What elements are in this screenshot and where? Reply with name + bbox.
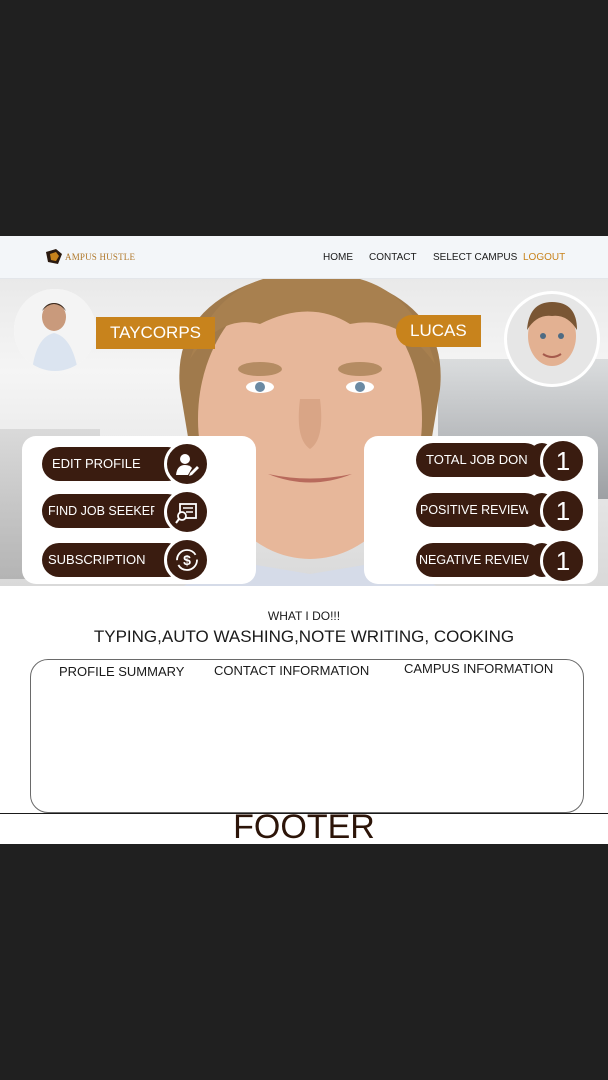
stat-positive-reviews-value: 1 bbox=[555, 495, 571, 526]
info-box: PROFILE SUMMARY CONTACT INFORMATION CAMP… bbox=[30, 659, 584, 813]
navbar: AMPUS HUSTLE HOME CONTACT SELECT CAMPUS … bbox=[0, 236, 608, 279]
avatar-lucas[interactable] bbox=[504, 291, 600, 387]
brand-logo[interactable]: AMPUS HUSTLE bbox=[44, 247, 135, 267]
stat-positive-reviews-label: POSITIVE REVIEWS bbox=[420, 503, 539, 517]
find-job-seekers-button[interactable]: FIND JOB SEEKERS bbox=[42, 494, 182, 528]
stat-negative-reviews-label: NEGATIVE REVIEWS bbox=[419, 553, 543, 567]
edit-profile-button[interactable]: EDIT PROFILE bbox=[42, 447, 182, 481]
nav-select-campus[interactable]: SELECT CAMPUS bbox=[433, 252, 517, 263]
logo-mark-icon bbox=[44, 248, 64, 266]
avatar-lucas-image bbox=[507, 294, 597, 384]
stat-negative-reviews-badge: 1 bbox=[540, 538, 586, 584]
page: AMPUS HUSTLE HOME CONTACT SELECT CAMPUS … bbox=[0, 236, 608, 844]
footer: FOOTER bbox=[0, 808, 608, 844]
stat-total-job-done: TOTAL JOB DONE bbox=[416, 443, 556, 477]
footer-text: FOOTER bbox=[233, 808, 375, 844]
skills-text: TYPING,AUTO WASHING,NOTE WRITING, COOKIN… bbox=[93, 627, 515, 646]
dollar-refresh-icon[interactable]: $ bbox=[164, 537, 210, 583]
stat-total-job-done-value: 1 bbox=[555, 445, 571, 476]
stat-total-job-done-label: TOTAL JOB DONE bbox=[426, 452, 537, 467]
tab-profile-summary[interactable]: PROFILE SUMMARY bbox=[59, 664, 184, 679]
tab-contact-information[interactable]: CONTACT INFORMATION bbox=[214, 663, 369, 678]
nav-contact[interactable]: CONTACT bbox=[369, 252, 417, 263]
avatar-taycorps-image bbox=[14, 289, 96, 371]
hero-banner: TAYCORPS LUCAS EDIT PROFILE FIND JOB SEE… bbox=[0, 279, 608, 586]
edit-profile-label: EDIT PROFILE bbox=[52, 456, 141, 471]
svg-text:$: $ bbox=[183, 552, 191, 568]
find-job-seekers-label: FIND JOB SEEKERS bbox=[48, 504, 168, 518]
user-edit-icon[interactable] bbox=[164, 441, 210, 487]
stat-positive-reviews-badge: 1 bbox=[540, 488, 586, 534]
nav-logout[interactable]: LOGOUT bbox=[523, 252, 565, 263]
what-i-do-title: WHAT I DO!!! bbox=[267, 609, 341, 623]
tab-campus-information[interactable]: CAMPUS INFORMATION bbox=[404, 661, 553, 676]
nav-home[interactable]: HOME bbox=[323, 252, 353, 263]
profile-name-lucas: LUCAS bbox=[396, 315, 481, 347]
avatar-taycorps[interactable] bbox=[14, 289, 96, 371]
search-document-icon[interactable] bbox=[164, 489, 210, 535]
left-action-panel: EDIT PROFILE FIND JOB SEEKERS SUBSCRIPTI… bbox=[22, 436, 256, 584]
stats-panel: TOTAL JOB DONE 1 POSITIVE REVIEWS 1 NEGA… bbox=[364, 436, 598, 584]
profile-name-taycorps: TAYCORPS bbox=[96, 317, 215, 349]
logo-text: AMPUS HUSTLE bbox=[65, 252, 136, 262]
stat-negative-reviews: NEGATIVE REVIEWS bbox=[416, 543, 556, 577]
subscription-button[interactable]: SUBSCRIPTION bbox=[42, 543, 182, 577]
stat-positive-reviews: POSITIVE REVIEWS bbox=[416, 493, 556, 527]
stat-total-job-done-badge: 1 bbox=[540, 438, 586, 484]
subscription-label: SUBSCRIPTION bbox=[48, 552, 146, 567]
stat-negative-reviews-value: 1 bbox=[555, 545, 571, 576]
